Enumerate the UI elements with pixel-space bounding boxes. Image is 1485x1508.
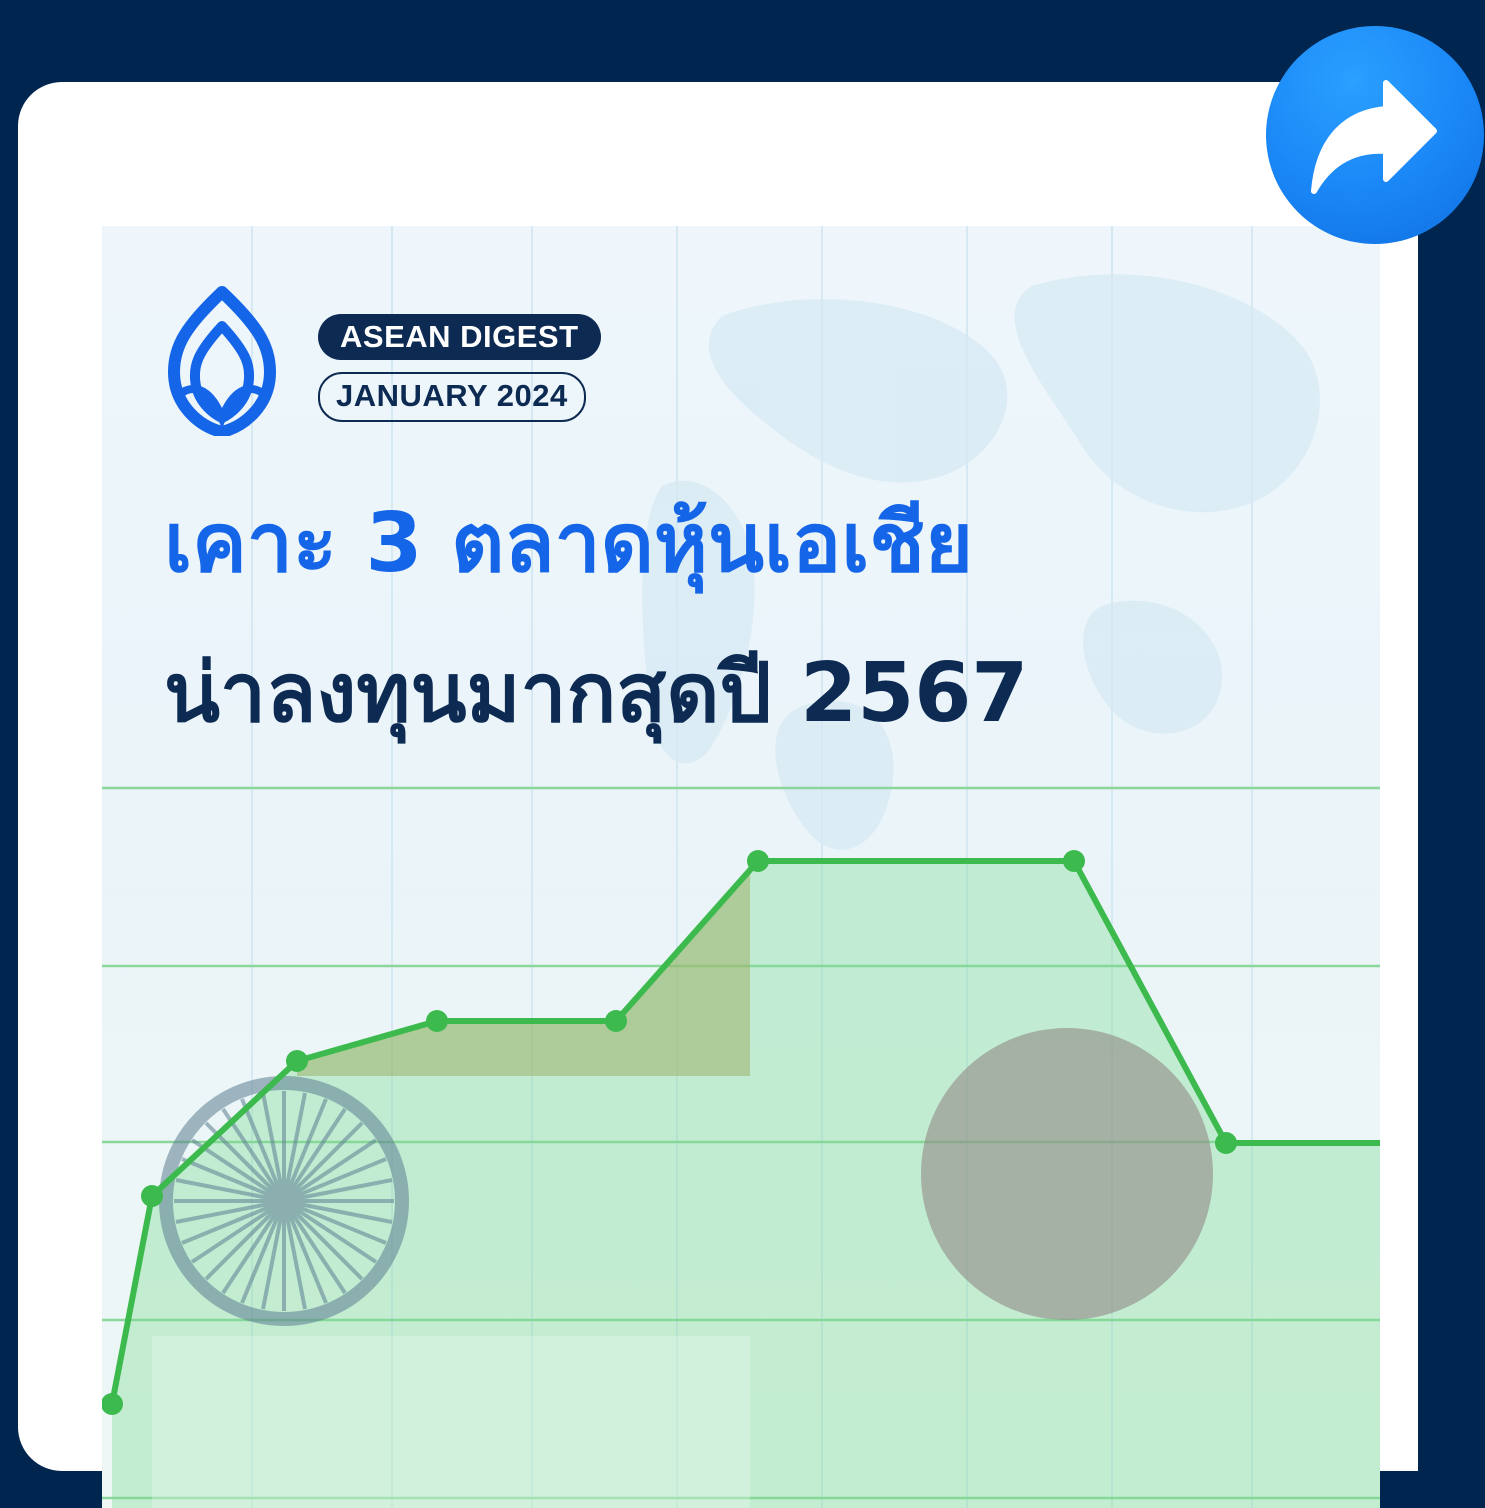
headline-line-1: เคาะ 3 ตลาดหุ้นเอเชีย (164, 496, 974, 591)
decorative-chart-artwork (102, 226, 1380, 1508)
series-badge: ASEAN DIGEST (318, 314, 601, 360)
share-button[interactable] (1266, 26, 1484, 244)
rising-sun-circle-icon (921, 1028, 1213, 1320)
share-arrow-icon (1311, 80, 1437, 194)
post-card[interactable]: ASEAN DIGEST JANUARY 2024 เคาะ 3 ตลาดหุ้… (18, 82, 1418, 1508)
post-image: ASEAN DIGEST JANUARY 2024 เคาะ 3 ตลาดหุ้… (102, 226, 1380, 1508)
lotus-logo-icon (168, 286, 276, 436)
issue-badge: JANUARY 2024 (318, 372, 586, 422)
ashoka-chakra-icon (159, 1076, 409, 1326)
headline-line-2: น่าลงทุนมากสุดปี 2567 (164, 646, 1029, 741)
